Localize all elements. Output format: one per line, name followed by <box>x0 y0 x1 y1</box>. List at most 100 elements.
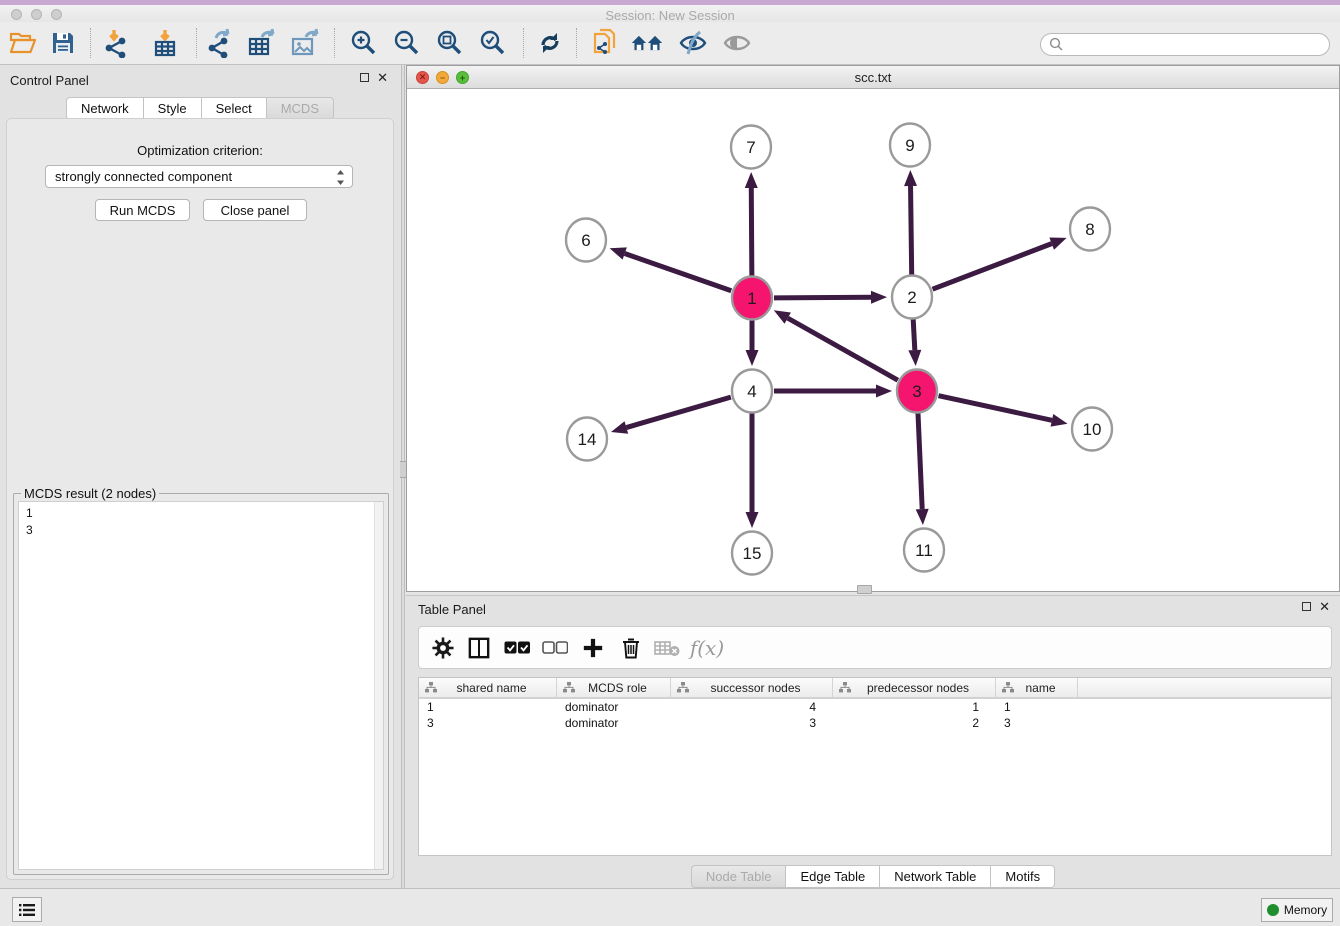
function-builder-icon[interactable]: f(x) <box>687 632 727 664</box>
close-panel-icon[interactable]: ✕ <box>377 73 388 82</box>
column-header-MCDS-role[interactable]: MCDS role <box>557 678 671 697</box>
homes-icon[interactable] <box>630 26 664 60</box>
close-panel-icon[interactable]: ✕ <box>1319 602 1330 611</box>
close-panel-button[interactable]: Close panel <box>203 199 307 221</box>
tab-motifs[interactable]: Motifs <box>991 865 1055 888</box>
import-network-icon[interactable] <box>99 26 133 60</box>
node-11[interactable]: 11 <box>904 529 944 572</box>
float-panel-icon[interactable] <box>360 73 369 82</box>
delete-row-trash-icon[interactable] <box>615 632 647 664</box>
node-14[interactable]: 14 <box>567 418 607 461</box>
zoom-selected-icon[interactable] <box>475 26 509 60</box>
tab-style[interactable]: Style <box>144 97 202 120</box>
tab-network-table[interactable]: Network Table <box>880 865 991 888</box>
edge-3-11[interactable] <box>918 413 922 509</box>
tab-network[interactable]: Network <box>66 97 144 120</box>
run-mcds-button[interactable]: Run MCDS <box>95 199 190 221</box>
network-window-title: scc.txt <box>407 70 1339 85</box>
refresh-icon[interactable] <box>533 26 567 60</box>
add-row-icon[interactable] <box>577 632 609 664</box>
delete-table-icon[interactable] <box>651 632 683 664</box>
column-header-name[interactable]: name <box>996 678 1078 697</box>
node-table[interactable]: shared nameMCDS rolesuccessor nodesprede… <box>418 677 1332 856</box>
search-icon <box>1049 37 1064 52</box>
criterion-dropdown[interactable]: strongly connected component <box>45 165 353 188</box>
application-window: Session: New Session <box>0 0 1340 926</box>
network-graph[interactable]: 7 9 6 8 1 2 4 3 14 10 15 11 <box>408 89 1338 590</box>
criterion-value: strongly connected component <box>55 169 232 184</box>
edge-1-7[interactable] <box>751 188 752 276</box>
column-header-successor-nodes[interactable]: successor nodes <box>671 678 833 697</box>
select-all-icon[interactable] <box>501 632 533 664</box>
edge-2-3[interactable] <box>913 319 915 350</box>
arrowhead-icon <box>746 512 759 528</box>
svg-text:3: 3 <box>912 382 921 401</box>
node-8[interactable]: 8 <box>1070 208 1110 251</box>
node-4[interactable]: 4 <box>732 370 772 413</box>
svg-text:11: 11 <box>915 541 933 560</box>
toolbar-separator <box>196 28 197 58</box>
arrowhead-icon <box>745 172 758 188</box>
search-input[interactable] <box>1040 33 1330 56</box>
node-9[interactable]: 9 <box>890 124 930 167</box>
column-header-shared-name[interactable]: shared name <box>419 678 557 697</box>
hierarchy-icon <box>425 682 437 693</box>
edge-3-1[interactable] <box>788 318 898 380</box>
node-7[interactable]: 7 <box>731 126 771 169</box>
network-canvas[interactable]: 7 9 6 8 1 2 4 3 14 10 15 11 <box>408 89 1338 590</box>
edge-1-2[interactable] <box>774 297 871 298</box>
table-row[interactable]: 1dominator411 <box>419 699 1331 715</box>
zoom-in-icon[interactable] <box>346 26 380 60</box>
toolbar-separator <box>523 28 524 58</box>
table-cell: 3 <box>996 716 1078 730</box>
save-icon[interactable] <box>46 26 80 60</box>
hierarchy-icon <box>563 682 575 693</box>
settings-gear-icon[interactable] <box>427 632 459 664</box>
network-window-titlebar: ✕ − + scc.txt <box>407 66 1339 89</box>
node-10[interactable]: 10 <box>1072 408 1112 451</box>
mcds-result-label: MCDS result (2 nodes) <box>21 486 159 501</box>
table-cell: 1 <box>996 700 1078 714</box>
window-title: Session: New Session <box>0 8 1340 23</box>
edge-2-9[interactable] <box>911 186 912 275</box>
tab-node-table[interactable]: Node Table <box>691 865 787 888</box>
hide-selected-eye-icon[interactable] <box>676 26 710 60</box>
network-splitter-grip[interactable] <box>857 585 872 594</box>
result-scrollbar[interactable] <box>374 502 383 869</box>
svg-text:10: 10 <box>1083 420 1102 439</box>
node-1[interactable]: 1 <box>732 277 772 320</box>
zoom-out-icon[interactable] <box>389 26 423 60</box>
export-network-icon[interactable] <box>204 26 238 60</box>
tab-mcds[interactable]: MCDS <box>267 97 334 120</box>
show-all-eye-icon[interactable] <box>720 26 754 60</box>
float-panel-icon[interactable] <box>1302 602 1311 611</box>
arrowhead-icon <box>610 247 627 259</box>
memory-button[interactable]: Memory <box>1261 898 1333 922</box>
node-3[interactable]: 3 <box>897 370 937 413</box>
mcds-result-textarea[interactable]: 1 3 <box>18 501 384 870</box>
node-6[interactable]: 6 <box>566 219 606 262</box>
svg-text:4: 4 <box>747 382 756 401</box>
table-cell: 1 <box>833 700 996 714</box>
table-row[interactable]: 3dominator323 <box>419 715 1331 731</box>
toolbar-separator <box>576 28 577 58</box>
node-15[interactable]: 15 <box>732 532 772 575</box>
arrowhead-icon <box>871 291 887 304</box>
column-header-predecessor-nodes[interactable]: predecessor nodes <box>833 678 996 697</box>
toggle-columns-icon[interactable] <box>463 632 495 664</box>
task-console-button[interactable] <box>12 897 42 922</box>
export-table-icon[interactable] <box>245 26 279 60</box>
import-table-icon[interactable] <box>148 26 182 60</box>
clone-network-icon[interactable] <box>588 26 622 60</box>
edge-2-8[interactable] <box>933 244 1052 290</box>
tab-select[interactable]: Select <box>202 97 267 120</box>
node-2[interactable]: 2 <box>892 276 932 319</box>
export-image-icon[interactable] <box>288 26 322 60</box>
edge-3-10[interactable] <box>938 396 1051 421</box>
edge-4-14[interactable] <box>626 397 731 427</box>
edge-1-6[interactable] <box>625 254 732 291</box>
deselect-all-icon[interactable] <box>539 632 571 664</box>
tab-edge-table[interactable]: Edge Table <box>786 865 880 888</box>
zoom-fit-icon[interactable] <box>432 26 466 60</box>
open-folder-icon[interactable] <box>6 26 40 60</box>
